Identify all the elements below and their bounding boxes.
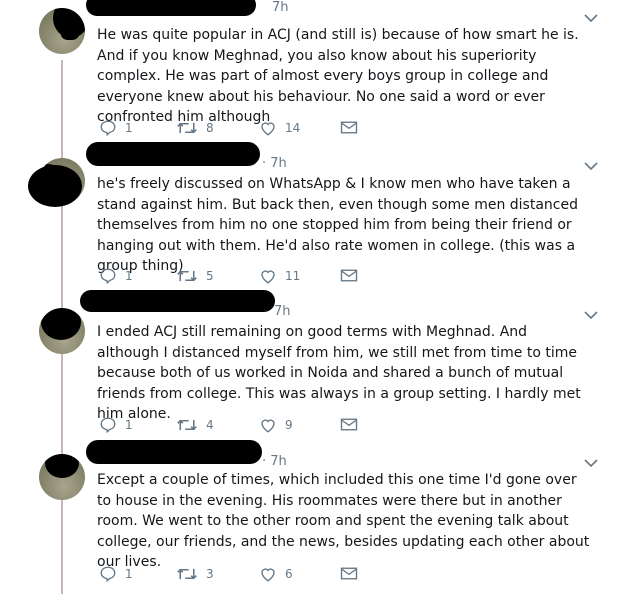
tweet-actions: 1 8 14 (99, 118, 379, 138)
retweet-button[interactable]: 8 (176, 118, 214, 138)
like-count: 6 (285, 567, 293, 581)
tweet-timestamp[interactable]: · 7h (262, 156, 287, 171)
tweet[interactable]: · 7h Except a couple of times, which inc… (0, 440, 638, 594)
reply-count: 1 (125, 121, 133, 135)
tweet-text: I ended ACJ still remaining on good term… (97, 324, 581, 422)
like-button[interactable]: 14 (259, 118, 300, 138)
redacted-avatar-overlay (28, 165, 82, 207)
heart-icon (261, 122, 275, 136)
heart-icon (261, 270, 275, 284)
reply-count: 1 (125, 269, 133, 283)
chevron-down-icon[interactable] (584, 161, 598, 171)
like-count: 14 (285, 121, 301, 135)
tweet-text: he's freely discussed on WhatsApp & I kn… (97, 176, 578, 274)
like-button[interactable]: 6 (259, 564, 293, 584)
tweet-timestamp[interactable]: 7h (274, 304, 291, 319)
tweet-text: Except a couple of times, which included… (97, 472, 590, 570)
tweet[interactable]: 7h He was quite popular in ACJ (and stil… (0, 0, 638, 150)
reply-button[interactable]: 1 (99, 118, 133, 138)
tweet-timestamp[interactable]: · 7h (262, 454, 287, 469)
like-button[interactable]: 9 (259, 415, 293, 435)
retweet-count: 3 (206, 567, 214, 581)
reply-icon (100, 417, 116, 434)
tweet-actions: 1 5 11 (99, 266, 379, 286)
like-button[interactable]: 11 (259, 266, 300, 286)
envelope-icon[interactable] (340, 268, 358, 283)
heart-icon (261, 419, 275, 433)
retweet-icon (177, 419, 197, 431)
reply-icon (100, 268, 116, 285)
redacted-username (86, 0, 256, 16)
envelope-icon[interactable] (340, 417, 358, 432)
tweet[interactable]: 7h I ended ACJ still remaining on good t… (0, 290, 638, 440)
tweet-text: He was quite popular in ACJ (and still i… (97, 27, 579, 125)
retweet-button[interactable]: 5 (176, 266, 214, 286)
avatar[interactable] (39, 308, 85, 354)
retweet-icon (177, 122, 197, 134)
retweet-icon (177, 270, 197, 282)
chevron-down-icon[interactable] (584, 458, 598, 468)
retweet-count: 5 (206, 269, 214, 283)
like-count: 9 (285, 418, 293, 432)
retweet-icon (177, 568, 197, 580)
tweet[interactable]: · 7h he's freely discussed on WhatsApp &… (0, 142, 638, 290)
heart-icon (261, 568, 275, 582)
retweet-count: 8 (206, 121, 214, 135)
redacted-username (86, 142, 260, 166)
avatar[interactable] (39, 8, 85, 54)
envelope-icon[interactable] (340, 120, 358, 135)
reply-button[interactable]: 1 (99, 415, 133, 435)
reply-button[interactable]: 1 (99, 266, 133, 286)
redacted-username (86, 440, 262, 464)
retweet-button[interactable]: 4 (176, 415, 214, 435)
like-count: 11 (285, 269, 301, 283)
retweet-button[interactable]: 3 (176, 564, 214, 584)
chevron-down-icon[interactable] (584, 13, 598, 23)
reply-button[interactable]: 1 (99, 564, 133, 584)
tweet-actions: 1 3 6 (99, 564, 379, 584)
reply-icon (100, 566, 116, 583)
envelope-icon[interactable] (340, 566, 358, 581)
tweet-actions: 1 4 9 (99, 415, 379, 435)
tweet-timestamp[interactable]: 7h (272, 0, 289, 15)
retweet-count: 4 (206, 418, 214, 432)
avatar[interactable] (39, 454, 85, 500)
chevron-down-icon[interactable] (584, 310, 598, 320)
reply-count: 1 (125, 567, 133, 581)
reply-count: 1 (125, 418, 133, 432)
redacted-username (80, 290, 275, 312)
reply-icon (100, 120, 116, 137)
